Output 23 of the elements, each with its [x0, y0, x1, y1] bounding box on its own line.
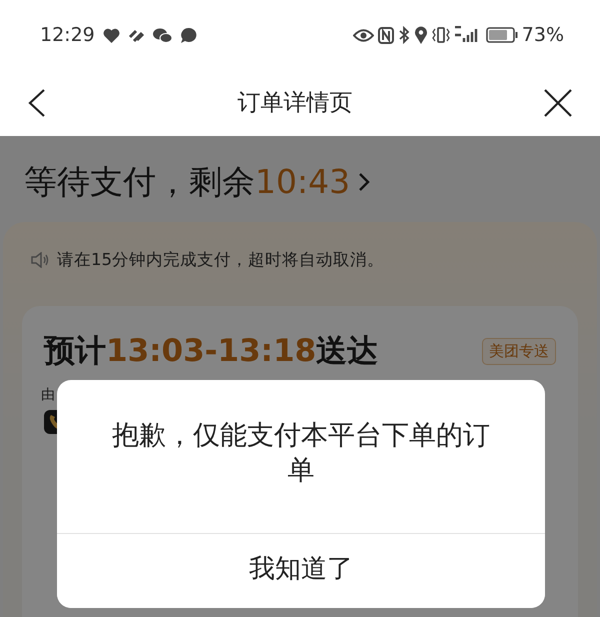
rider-text: 由 — [41, 386, 56, 405]
location-icon — [414, 26, 428, 44]
page-title: 订单详情页 — [238, 88, 352, 118]
dialog-message: 抱歉，仅能支付本平台下单的订单 — [111, 419, 491, 488]
nfc-icon — [378, 26, 394, 44]
speaker-icon — [31, 252, 49, 268]
payment-countdown-title: 等待支付，剩余10:43 — [24, 162, 350, 202]
back-icon[interactable] — [28, 89, 46, 117]
heart-icon — [102, 28, 120, 42]
battery-icon — [486, 27, 518, 43]
bluetooth-icon — [398, 26, 410, 44]
message-icon — [180, 26, 197, 44]
acknowledge-button[interactable]: 我知道了 — [57, 533, 545, 608]
payment-notice: 请在15分钟内完成支付，超时将自动取消。 — [57, 248, 384, 271]
battery-percentage: 73% — [522, 22, 564, 48]
delivery-time: 预计13:03-13:18送达 — [44, 332, 378, 372]
eye-icon — [352, 28, 374, 42]
status-time: 12:29 — [40, 22, 95, 48]
delivery-tag: 美团专送 — [482, 338, 556, 365]
chevron-icon[interactable] — [358, 172, 370, 192]
vibrate-icon — [432, 26, 450, 44]
close-icon[interactable] — [544, 89, 572, 117]
chat-icon — [152, 28, 172, 42]
